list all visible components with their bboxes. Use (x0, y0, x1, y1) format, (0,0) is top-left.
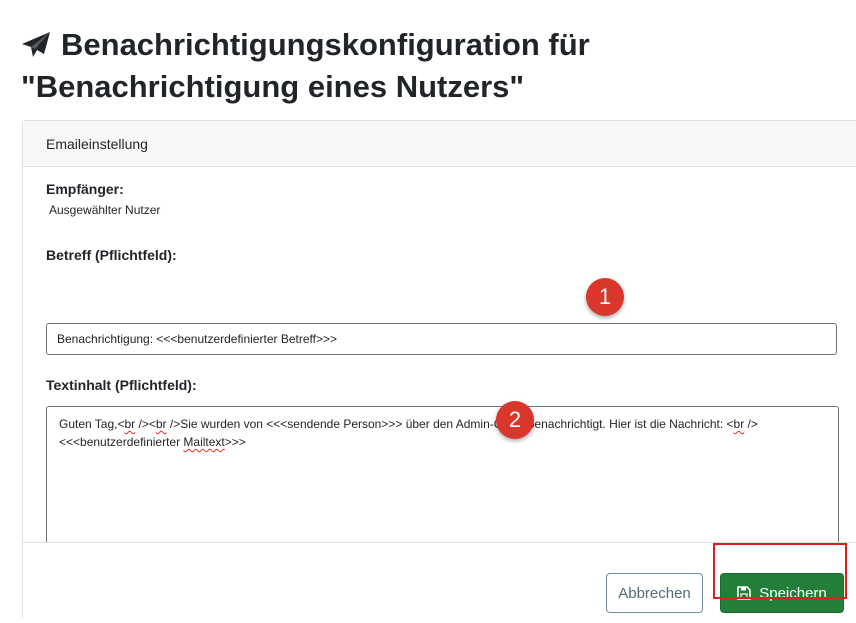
annotation-marker-1: 1 (586, 278, 624, 316)
subject-input[interactable]: Benachrichtigung: <<<benutzerdefinierter… (46, 323, 837, 355)
subject-label: Betreff (Pflichtfeld): (46, 247, 177, 263)
cancel-button[interactable]: Abbrechen (606, 573, 703, 613)
body-text-tag: br (124, 417, 136, 431)
annotation-marker-2: 2 (496, 401, 534, 439)
recipient-value: Ausgewählter Nutzer (49, 203, 161, 217)
body-text-tag: br (733, 417, 745, 431)
body-label: Textinhalt (Pflichtfeld): (46, 377, 197, 393)
body-text-mailtext: Mailtext (183, 435, 225, 449)
body-text-part: >>> (224, 435, 246, 449)
body-text-part: Guten Tag,< (59, 417, 125, 431)
page-title-text: Benachrichtigungskonfiguration für "Bena… (21, 27, 590, 104)
save-button-label: Speichern (759, 584, 827, 602)
recipient-label: Empfänger: (46, 181, 124, 197)
card-header: Emaileinstellung (23, 121, 856, 167)
body-text-tag: br (155, 417, 167, 431)
save-button[interactable]: Speichern (720, 573, 844, 613)
body-text-part: />Sie wurden von <<<sendende Person>>> ü… (166, 417, 734, 431)
paper-plane-icon (21, 30, 51, 68)
body-text-part: />< (135, 417, 156, 431)
page-title: Benachrichtigungskonfiguration für "Bena… (21, 26, 841, 106)
card-footer: Abbrechen Speichern (23, 542, 856, 623)
email-settings-card: Emaileinstellung Empfänger: Ausgewählter… (22, 120, 856, 623)
floppy-disk-icon (737, 586, 752, 600)
